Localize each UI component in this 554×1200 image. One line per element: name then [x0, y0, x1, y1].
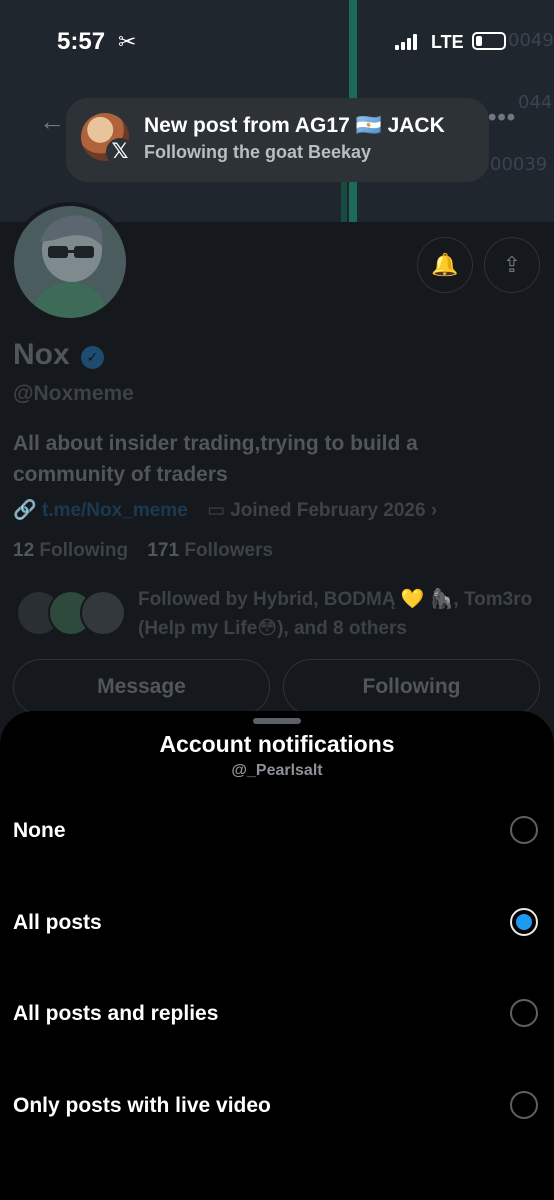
network-label: LTE: [431, 32, 464, 52]
option-all-posts-and-replies[interactable]: All posts and replies: [0, 976, 554, 1056]
radio-unchecked-icon[interactable]: [510, 816, 538, 844]
sheet-subtitle: @_Pearlsalt: [231, 762, 323, 779]
signal-icon: [395, 34, 421, 50]
profile-stats: 12 Following 171 Followers: [13, 540, 273, 562]
sheet-drag-handle[interactable]: [253, 718, 301, 724]
option-all-posts[interactable]: All posts: [0, 885, 554, 965]
profile-meta: 🔗 t.me/Nox_meme ▭ Joined February 2026 ›: [13, 498, 437, 522]
share-icon[interactable]: ⇪: [484, 237, 540, 293]
verified-badge-icon: ✓: [81, 346, 104, 369]
message-button[interactable]: Message: [13, 659, 270, 715]
joined-date: Joined February 2026: [230, 500, 426, 521]
profile-name: Nox: [13, 338, 70, 371]
battery-icon: [472, 32, 506, 50]
toast-subtitle: Following the goat Beekay: [144, 142, 372, 162]
notification-bell-icon[interactable]: 🔔: [417, 237, 473, 293]
option-label: All posts: [13, 911, 102, 934]
x-logo-icon: 𝕏: [106, 138, 134, 166]
option-live-video[interactable]: Only posts with live video: [0, 1068, 554, 1148]
more-icon[interactable]: •••: [488, 104, 516, 132]
profile-avatar[interactable]: [10, 202, 130, 322]
profile-handle: @Noxmeme: [13, 382, 134, 405]
radio-unchecked-icon[interactable]: [510, 1091, 538, 1119]
option-label: Only posts with live video: [13, 1094, 271, 1117]
status-time: 5:57: [57, 28, 106, 55]
followed-by-avatars[interactable]: [16, 590, 126, 638]
option-label: None: [13, 819, 66, 842]
notification-toast[interactable]: 𝕏 New post from AG17 🇦🇷 JACK Following t…: [66, 98, 489, 182]
following-stat[interactable]: 12 Following: [13, 540, 128, 561]
profile-link[interactable]: t.me/Nox_meme: [42, 500, 188, 521]
chevron-right-icon[interactable]: ›: [431, 500, 437, 521]
toast-title: New post from AG17 🇦🇷 JACK: [144, 114, 445, 137]
followed-by-text[interactable]: Followed by Hybrid, BODMĄ 💛 🦍, Tom3ro (H…: [138, 585, 548, 643]
following-count: 12: [13, 540, 35, 561]
chart-price-label: 00039: [490, 154, 548, 175]
radio-checked-icon[interactable]: [510, 908, 538, 936]
followers-count: 171: [147, 540, 180, 561]
option-none[interactable]: None: [0, 793, 554, 873]
screen: 0049 044 00039 5:57 ✂ LTE ← ••• 𝕏 New po…: [0, 0, 554, 1200]
following-button[interactable]: Following: [283, 659, 540, 715]
followers-stat[interactable]: 171 Followers: [147, 540, 273, 561]
avatar: [80, 590, 126, 636]
link-icon: 🔗: [13, 500, 37, 521]
radio-unchecked-icon[interactable]: [510, 999, 538, 1027]
sheet-title: Account notifications: [159, 731, 395, 757]
scissors-icon: ✂: [118, 29, 137, 54]
chart-price-label: 044: [518, 92, 553, 113]
following-label: Following: [39, 540, 129, 561]
status-bar: 5:57 ✂ LTE: [0, 0, 554, 86]
followers-label: Followers: [184, 540, 274, 561]
calendar-icon: ▭: [206, 500, 225, 521]
avatar-illustration: [14, 206, 126, 318]
account-notifications-sheet: Account notifications @_Pearlsalt None A…: [0, 711, 554, 1200]
profile-bio: All about insider trading,trying to buil…: [13, 432, 418, 486]
option-label: All posts and replies: [13, 1002, 219, 1025]
